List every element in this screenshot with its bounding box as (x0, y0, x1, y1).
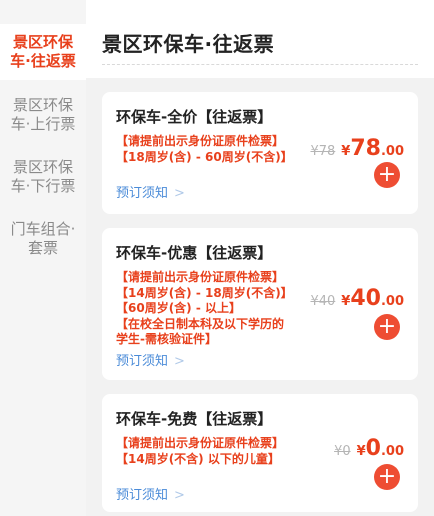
add-ticket-button[interactable]: + (374, 314, 400, 340)
booking-notice-link[interactable]: 预订须知 > (116, 182, 185, 201)
price-integer: 0 (365, 436, 381, 461)
price-area: ¥78 ¥78.00 (310, 136, 404, 161)
current-price: ¥0.00 (357, 436, 404, 461)
page-title: 景区环保车·往返票 (102, 32, 275, 56)
chevron-right-icon: > (174, 488, 185, 503)
current-price: ¥40.00 (341, 286, 404, 311)
plus-icon: + (377, 162, 397, 187)
sidebar-item-label: 车·上行票 (10, 115, 76, 133)
ticket-note: 【请提前出示身份证原件检票】 (116, 270, 285, 284)
price-symbol: ¥ (341, 144, 351, 159)
plus-icon: + (377, 464, 397, 489)
price-decimal: .00 (380, 294, 404, 309)
sidebar-item-label: 门车组合· (10, 220, 76, 238)
sidebar-item-label: 套票 (27, 239, 58, 257)
ticket-note: 学生-需核验证件】 (116, 332, 217, 346)
ticket-notes: 【请提前出示身份证原件检票】 【14周岁(不含) 以下的儿童】 (116, 436, 306, 467)
ticket-title: 环保车-优惠【往返票】 (116, 244, 273, 262)
sidebar-item-combo[interactable]: 门车组合· 套票 (0, 220, 86, 264)
ticket-card-discount: 环保车-优惠【往返票】 【请提前出示身份证原件检票】 【14周岁(含) - 18… (102, 228, 418, 380)
sidebar-item-downhill[interactable]: 景区环保 车·下行票 (0, 158, 86, 202)
sidebar-item-round-trip[interactable]: 景区环保 车·往返票 (0, 24, 86, 80)
price-symbol: ¥ (356, 444, 366, 459)
sidebar-item-label: 景区环保 (12, 158, 73, 176)
original-price: ¥78 (310, 144, 336, 159)
ticket-note: 【18周岁(含) - 60周岁(不含)】 (116, 149, 293, 164)
price-integer: 40 (350, 286, 381, 311)
price-integer: 78 (350, 136, 381, 161)
ticket-card-free: 环保车-免费【往返票】 【请提前出示身份证原件检票】 【14周岁(不含) 以下的… (102, 394, 418, 512)
ticket-card-full-price: 环保车-全价【往返票】 【请提前出示身份证原件检票】 【18周岁(含) - 60… (102, 92, 418, 214)
booking-notice-link[interactable]: 预订须知 > (116, 484, 185, 503)
sidebar-item-uphill[interactable]: 景区环保 车·上行票 (0, 96, 86, 140)
price-symbol: ¥ (341, 294, 351, 309)
sidebar-item-label: 车·下行票 (10, 177, 76, 195)
ticket-note: 【在校全日制本科及以下学历的 (116, 316, 285, 331)
price-area: ¥40 ¥40.00 (310, 286, 404, 311)
notice-label: 预订须知 (116, 186, 169, 201)
ticket-title: 环保车-全价【往返票】 (116, 108, 273, 126)
category-sidebar: 景区环保 车·往返票 景区环保 车·上行票 景区环保 车·下行票 门车组合· 套… (0, 0, 86, 516)
sidebar-item-label: 景区环保 (12, 33, 73, 51)
ticket-note: 【请提前出示身份证原件检票】 (116, 436, 285, 450)
ticket-title: 环保车-免费【往返票】 (116, 410, 273, 428)
notice-label: 预订须知 (116, 354, 169, 369)
ticket-note: 【14周岁(含) - 18周岁(不含)】 (116, 285, 293, 300)
add-ticket-button[interactable]: + (374, 464, 400, 490)
original-price: ¥40 (310, 294, 336, 309)
ticket-note: 【60周岁(含) - 以上】 (116, 301, 242, 315)
chevron-right-icon: > (174, 354, 185, 369)
ticket-note: 【14周岁(不含) 以下的儿童】 (116, 451, 280, 466)
booking-notice-link[interactable]: 预订须知 > (116, 350, 185, 369)
sidebar-item-label: 车·往返票 (10, 52, 76, 70)
ticket-list-panel: 景区环保车·往返票 环保车-全价【往返票】 【请提前出示身份证原件检票】 【18… (86, 0, 434, 516)
plus-icon: + (377, 314, 397, 339)
price-area: ¥0 ¥0.00 (334, 436, 404, 461)
ticket-notes: 【请提前出示身份证原件检票】 【14周岁(含) - 18周岁(不含)】 【60周… (116, 270, 306, 348)
add-ticket-button[interactable]: + (374, 162, 400, 188)
section-header: 景区环保车·往返票 (86, 0, 434, 78)
sidebar-item-label: 景区环保 (12, 96, 73, 114)
ticket-note: 【请提前出示身份证原件检票】 (116, 134, 285, 148)
current-price: ¥78.00 (341, 136, 404, 161)
price-decimal: .00 (380, 144, 404, 159)
notice-label: 预订须知 (116, 488, 169, 503)
price-decimal: .00 (380, 444, 404, 459)
title-divider (102, 64, 418, 65)
chevron-right-icon: > (174, 186, 185, 201)
original-price: ¥0 (334, 444, 351, 459)
ticket-notes: 【请提前出示身份证原件检票】 【18周岁(含) - 60周岁(不含)】 (116, 134, 306, 165)
